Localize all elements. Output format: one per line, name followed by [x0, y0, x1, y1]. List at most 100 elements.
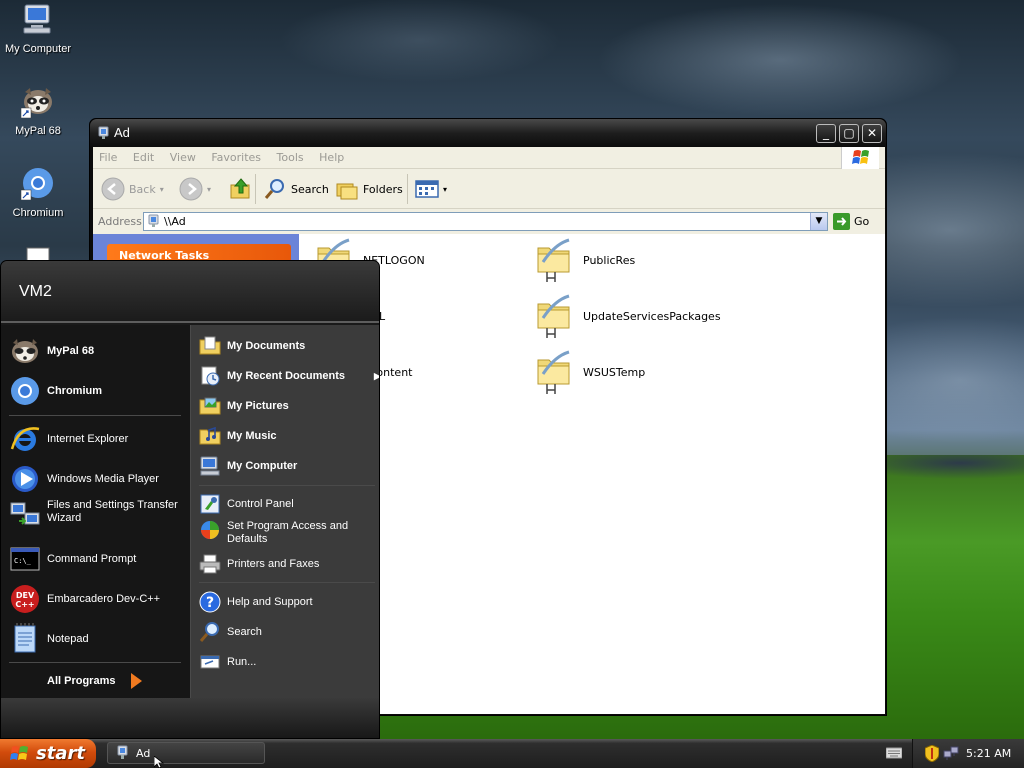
user-name: VM2	[19, 283, 52, 300]
raccoon-icon	[20, 88, 52, 119]
chromium-icon	[11, 377, 39, 405]
explorer-titlebar[interactable]: Ad _ ▢ ✕	[90, 119, 886, 147]
back-label: Back	[129, 182, 156, 196]
start-item-my-recent-documents[interactable]: My Recent Documents ▶	[199, 365, 379, 387]
menu-help[interactable]: Help	[313, 147, 350, 164]
search-button[interactable]: Search	[263, 175, 329, 203]
start-item-my-pictures[interactable]: My Pictures	[199, 395, 289, 417]
up-button[interactable]	[229, 175, 253, 203]
forward-button[interactable]: ▾	[179, 175, 211, 203]
search-icon	[199, 622, 219, 642]
start-item-label: Notepad	[47, 633, 89, 645]
chevron-right-icon: ▶	[374, 371, 379, 382]
computer-icon	[23, 4, 51, 34]
all-programs-label: All Programs	[47, 675, 116, 687]
start-item-run[interactable]: Run...	[199, 651, 256, 673]
notepad-icon	[14, 623, 36, 653]
taskbar-item-explorer[interactable]: Ad	[107, 742, 265, 764]
taskbar-item-label: Ad	[136, 746, 151, 760]
forward-arrow-icon	[179, 177, 203, 201]
start-item-internet-explorer[interactable]: Internet Explorer	[9, 423, 128, 455]
program-access-icon	[201, 521, 219, 539]
desktop-icon-mypal[interactable]: MyPal 68	[0, 84, 76, 137]
views-button[interactable]: ▾	[415, 175, 447, 203]
start-item-help-support[interactable]: ? Help and Support	[199, 591, 313, 613]
help-icon: ?	[199, 591, 221, 613]
network-share-icon	[117, 745, 128, 759]
start-item-my-computer[interactable]: My Computer	[199, 455, 297, 477]
start-item-printers[interactable]: Printers and Faxes	[199, 553, 319, 575]
close-button[interactable]: ✕	[862, 124, 882, 143]
start-item-label: My Music	[227, 430, 277, 442]
start-item-my-documents[interactable]: My Documents	[199, 335, 305, 357]
desktop-icon-chromium[interactable]: Chromium	[0, 166, 76, 219]
start-item-command-prompt[interactable]: C:\_ Command Prompt	[9, 543, 136, 575]
all-programs-button[interactable]: All Programs	[47, 673, 143, 689]
computer-icon	[200, 456, 220, 476]
shared-folder-icon	[537, 238, 570, 282]
svg-text:C:\_: C:\_	[14, 557, 32, 565]
minimize-button[interactable]: _	[816, 124, 836, 143]
start-item-control-panel[interactable]: Control Panel	[199, 493, 294, 515]
start-item-label: Search	[227, 626, 262, 638]
chevron-down-icon: ▾	[207, 184, 212, 194]
chevron-down-icon: ▾	[443, 184, 448, 194]
menu-favorites[interactable]: Favorites	[205, 147, 267, 164]
share-label: UpdateServicesPackages	[583, 309, 721, 323]
recent-documents-icon	[201, 366, 220, 386]
start-item-label: Run...	[227, 656, 257, 668]
start-item-mypal[interactable]: MyPal 68	[9, 335, 94, 367]
start-item-label: Set Program Access and Defaults	[227, 520, 349, 545]
back-button[interactable]: Back ▾	[101, 175, 164, 203]
go-button[interactable]: Go	[833, 213, 869, 230]
menu-file[interactable]: File	[93, 147, 123, 164]
start-item-label: Files and Settings Transfer Wizard	[47, 499, 178, 524]
chevron-down-icon: ▾	[159, 184, 164, 194]
menu-view[interactable]: View	[164, 147, 202, 164]
start-item-media-player[interactable]: Windows Media Player	[9, 463, 159, 495]
search-icon	[264, 179, 284, 199]
start-menu-programs: MyPal 68 Chromium Internet Explorer Wind…	[1, 325, 190, 698]
network-status-icon[interactable]	[943, 745, 959, 761]
start-item-my-music[interactable]: My Music	[199, 425, 277, 447]
start-menu[interactable]: VM2 MyPal 68 Chromium Internet Explorer …	[0, 260, 380, 739]
network-share-icon	[98, 126, 109, 139]
start-item-label: Command Prompt	[47, 553, 137, 565]
start-item-notepad[interactable]: Notepad	[9, 623, 89, 655]
security-shield-icon[interactable]	[925, 745, 939, 762]
start-item-chromium[interactable]: Chromium	[9, 375, 102, 407]
desktop-icon-label: My Computer	[4, 43, 72, 55]
share-wsustemp[interactable]: WSUSTemp	[535, 350, 645, 394]
menu-edit[interactable]: Edit	[127, 147, 160, 164]
address-dropdown-button[interactable]: ▼	[810, 213, 827, 230]
start-button[interactable]: start	[0, 739, 96, 768]
share-label: PublicRes	[583, 253, 636, 267]
desktop-icon-my-computer[interactable]: My Computer	[0, 2, 76, 55]
command-prompt-icon: C:\_	[10, 547, 40, 571]
share-updateservicespackages[interactable]: UpdateServicesPackages	[535, 294, 721, 338]
start-item-search[interactable]: Search	[199, 621, 262, 643]
share-publicres[interactable]: PublicRes	[535, 238, 635, 282]
network-share-icon	[148, 214, 159, 227]
folders-button[interactable]: Folders	[335, 175, 403, 203]
clock[interactable]: 5:21 AM	[966, 747, 1011, 760]
maximize-button[interactable]: ▢	[839, 124, 859, 143]
svg-text:C++: C++	[15, 600, 34, 609]
address-input[interactable]: \\Ad ▼	[143, 212, 828, 231]
shared-folder-icon	[537, 350, 570, 394]
start-menu-footer	[1, 698, 379, 738]
folder-up-icon	[230, 178, 250, 199]
start-item-label: Control Panel	[227, 498, 294, 510]
run-icon	[200, 655, 220, 669]
keyboard-icon[interactable]	[886, 747, 902, 759]
start-item-label: Help and Support	[227, 596, 313, 608]
start-item-set-program-access[interactable]: Set Program Access and Defaults	[199, 519, 379, 546]
start-item-devcpp[interactable]: DEV C++ Embarcadero Dev-C++	[9, 583, 160, 615]
go-arrow-icon	[833, 213, 850, 230]
start-item-transfer-wizard[interactable]: Files and Settings Transfer Wizard	[9, 497, 189, 529]
start-item-label: Internet Explorer	[47, 433, 129, 445]
shared-folder-icon	[537, 294, 570, 338]
devcpp-icon: DEVC++	[11, 585, 39, 613]
views-icon	[415, 180, 439, 198]
menu-tools[interactable]: Tools	[271, 147, 310, 164]
